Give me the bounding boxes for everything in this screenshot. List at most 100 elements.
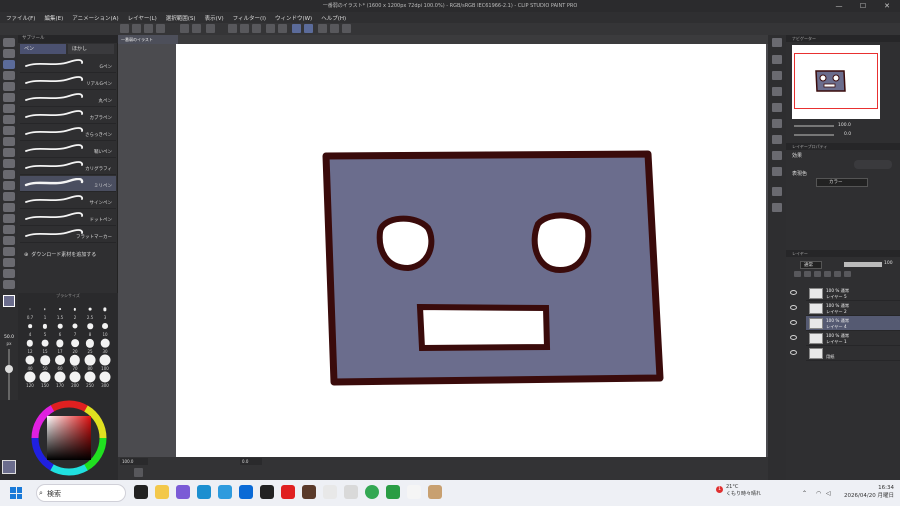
lasso-tool-icon[interactable] <box>3 181 15 190</box>
brush-size-cell[interactable]: 8 <box>82 320 98 337</box>
material-panel-icon-5[interactable] <box>772 119 782 128</box>
brush-size-cell[interactable]: 2 <box>67 303 83 320</box>
snap-grid-icon[interactable] <box>318 24 327 33</box>
transform-icon[interactable] <box>278 24 287 33</box>
airbrush-tool-icon[interactable] <box>3 93 15 102</box>
brush-size-cell[interactable]: 1.5 <box>52 303 68 320</box>
eye-icon[interactable] <box>790 335 797 340</box>
eye-icon[interactable] <box>790 290 797 295</box>
layer-row[interactable]: 用紙 <box>790 346 900 361</box>
wifi-icon[interactable]: ◠ <box>816 490 821 497</box>
taskbar-search[interactable]: ⌕ 検索 <box>36 484 126 502</box>
material-panel-icon-7[interactable] <box>772 151 782 160</box>
brush-size-cell[interactable]: 60 <box>52 354 68 371</box>
menu-help[interactable]: ヘルプ(H) <box>321 14 346 22</box>
menu-selection[interactable]: 選択範囲(S) <box>166 14 196 22</box>
snap-toggle-icon[interactable] <box>330 24 339 33</box>
layer-opacity-value[interactable]: 100 <box>884 261 893 266</box>
brush-size-cell[interactable]: 70 <box>67 354 83 371</box>
main-color-swatch[interactable] <box>3 295 15 307</box>
new-icon[interactable] <box>120 24 129 33</box>
subtool-item[interactable]: サインペン <box>20 193 116 209</box>
material-panel-icon-6[interactable] <box>772 135 782 144</box>
brush-size-cell[interactable]: 3 <box>97 303 113 320</box>
hand-tool-icon[interactable] <box>3 258 15 267</box>
new-vector-layer-icon[interactable] <box>804 271 811 277</box>
navigate-icon[interactable] <box>134 468 143 477</box>
navigator-zoom[interactable]: 100.0 <box>838 123 851 128</box>
brush-size-cell[interactable]: 10 <box>97 320 113 337</box>
navigator-angle[interactable]: 0.0 <box>844 132 851 137</box>
layer-row[interactable]: 100 % 通常 レイヤー 5 <box>790 286 900 301</box>
menu-file[interactable]: ファイル(F) <box>6 14 35 22</box>
rotate-tool-icon[interactable] <box>3 269 15 278</box>
subtool-item[interactable]: ドットペン <box>20 210 116 226</box>
material-panel-icon-8[interactable] <box>772 167 782 176</box>
navigator-panel-icon[interactable] <box>772 38 782 47</box>
brush-size-cell[interactable]: 4 <box>22 320 38 337</box>
subtool-item[interactable]: 丸ペン <box>20 91 116 107</box>
material-panel-icon-10[interactable] <box>772 203 782 212</box>
brush-tool-icon[interactable] <box>3 82 15 91</box>
current-color-swatch[interactable] <box>2 460 16 474</box>
menu-window[interactable]: ウィンドウ(W) <box>275 14 312 22</box>
drive-icon[interactable] <box>386 485 400 499</box>
brush-size-cell[interactable]: 30 <box>97 337 113 354</box>
start-button[interactable] <box>10 487 22 499</box>
gradient-tool-icon[interactable] <box>3 148 15 157</box>
text-tool-icon[interactable] <box>3 203 15 212</box>
brush-size-cell[interactable]: 80 <box>82 354 98 371</box>
close-button[interactable]: ✕ <box>876 0 898 12</box>
new-layer-icon[interactable] <box>794 271 801 277</box>
navigator-zoom-slider[interactable] <box>794 125 834 127</box>
brush-size-cell[interactable]: 150 <box>37 371 53 388</box>
maximize-button[interactable]: ☐ <box>852 0 874 12</box>
layer-row[interactable]: 100 % 通常 レイヤー 4 <box>790 316 900 331</box>
mask-icon[interactable] <box>844 271 851 277</box>
brush-size-cell[interactable]: 17 <box>52 337 68 354</box>
chevron-up-icon[interactable]: ⌃ <box>802 490 807 497</box>
material-panel-icon-9[interactable] <box>772 187 782 196</box>
menu-edit[interactable]: 編集(E) <box>44 14 63 22</box>
material-panel-icon-4[interactable] <box>772 103 782 112</box>
layer-row[interactable]: 100 % 通常 レイヤー 2 <box>790 301 900 316</box>
select-all-icon[interactable] <box>240 24 249 33</box>
palette-icon[interactable] <box>342 24 351 33</box>
brush-size-cell[interactable]: 50 <box>37 354 53 371</box>
youtube-icon[interactable] <box>281 485 295 499</box>
menu-layer[interactable]: レイヤー(L) <box>128 14 157 22</box>
brush-size-cell[interactable]: 200 <box>67 371 83 388</box>
menu-animation[interactable]: アニメーション(A) <box>72 14 118 22</box>
pen-tool-icon[interactable] <box>3 60 15 69</box>
folder-icon[interactable] <box>814 271 821 277</box>
snap-ruler-icon[interactable] <box>292 24 301 33</box>
brush-size-cell[interactable]: 5 <box>37 320 53 337</box>
brush-size-cell[interactable]: 2.5 <box>82 303 98 320</box>
chrome-icon[interactable] <box>365 485 379 499</box>
correct-line-tool-icon[interactable] <box>3 247 15 256</box>
ruler-tool-icon[interactable] <box>3 236 15 245</box>
brush-size-cell[interactable]: 40 <box>22 354 38 371</box>
brush-size-cell[interactable]: 250 <box>82 371 98 388</box>
magnifier-tool-icon[interactable] <box>3 38 15 47</box>
subtool-item[interactable]: カリグラフィ <box>20 159 116 175</box>
file-explorer-icon[interactable] <box>155 485 169 499</box>
layer-row[interactable]: 100 % 通常 レイヤー 1 <box>790 331 900 346</box>
brush-size-cell[interactable]: 100 <box>97 354 113 371</box>
open-icon[interactable] <box>132 24 141 33</box>
snap-special-ruler-icon[interactable] <box>304 24 313 33</box>
brush-size-cell[interactable]: 12 <box>22 337 38 354</box>
music-icon[interactable] <box>344 485 358 499</box>
angle-value[interactable]: 0.0 <box>240 458 262 465</box>
material-panel-icon-3[interactable] <box>772 87 782 96</box>
canvas-paper[interactable] <box>176 44 766 457</box>
redo-icon[interactable] <box>192 24 201 33</box>
brush-size-slider[interactable] <box>8 349 10 404</box>
system-clock[interactable]: 16:34 2026/04/20 月曜日 <box>838 484 894 500</box>
navigator-angle-slider[interactable] <box>794 134 834 136</box>
fill-icon[interactable] <box>228 24 237 33</box>
copilot-icon[interactable] <box>176 485 190 499</box>
zoom-value[interactable]: 100.0 <box>120 458 148 465</box>
subtool-item[interactable]: 鞘いペン <box>20 142 116 158</box>
brush-size-knob[interactable] <box>5 365 13 373</box>
